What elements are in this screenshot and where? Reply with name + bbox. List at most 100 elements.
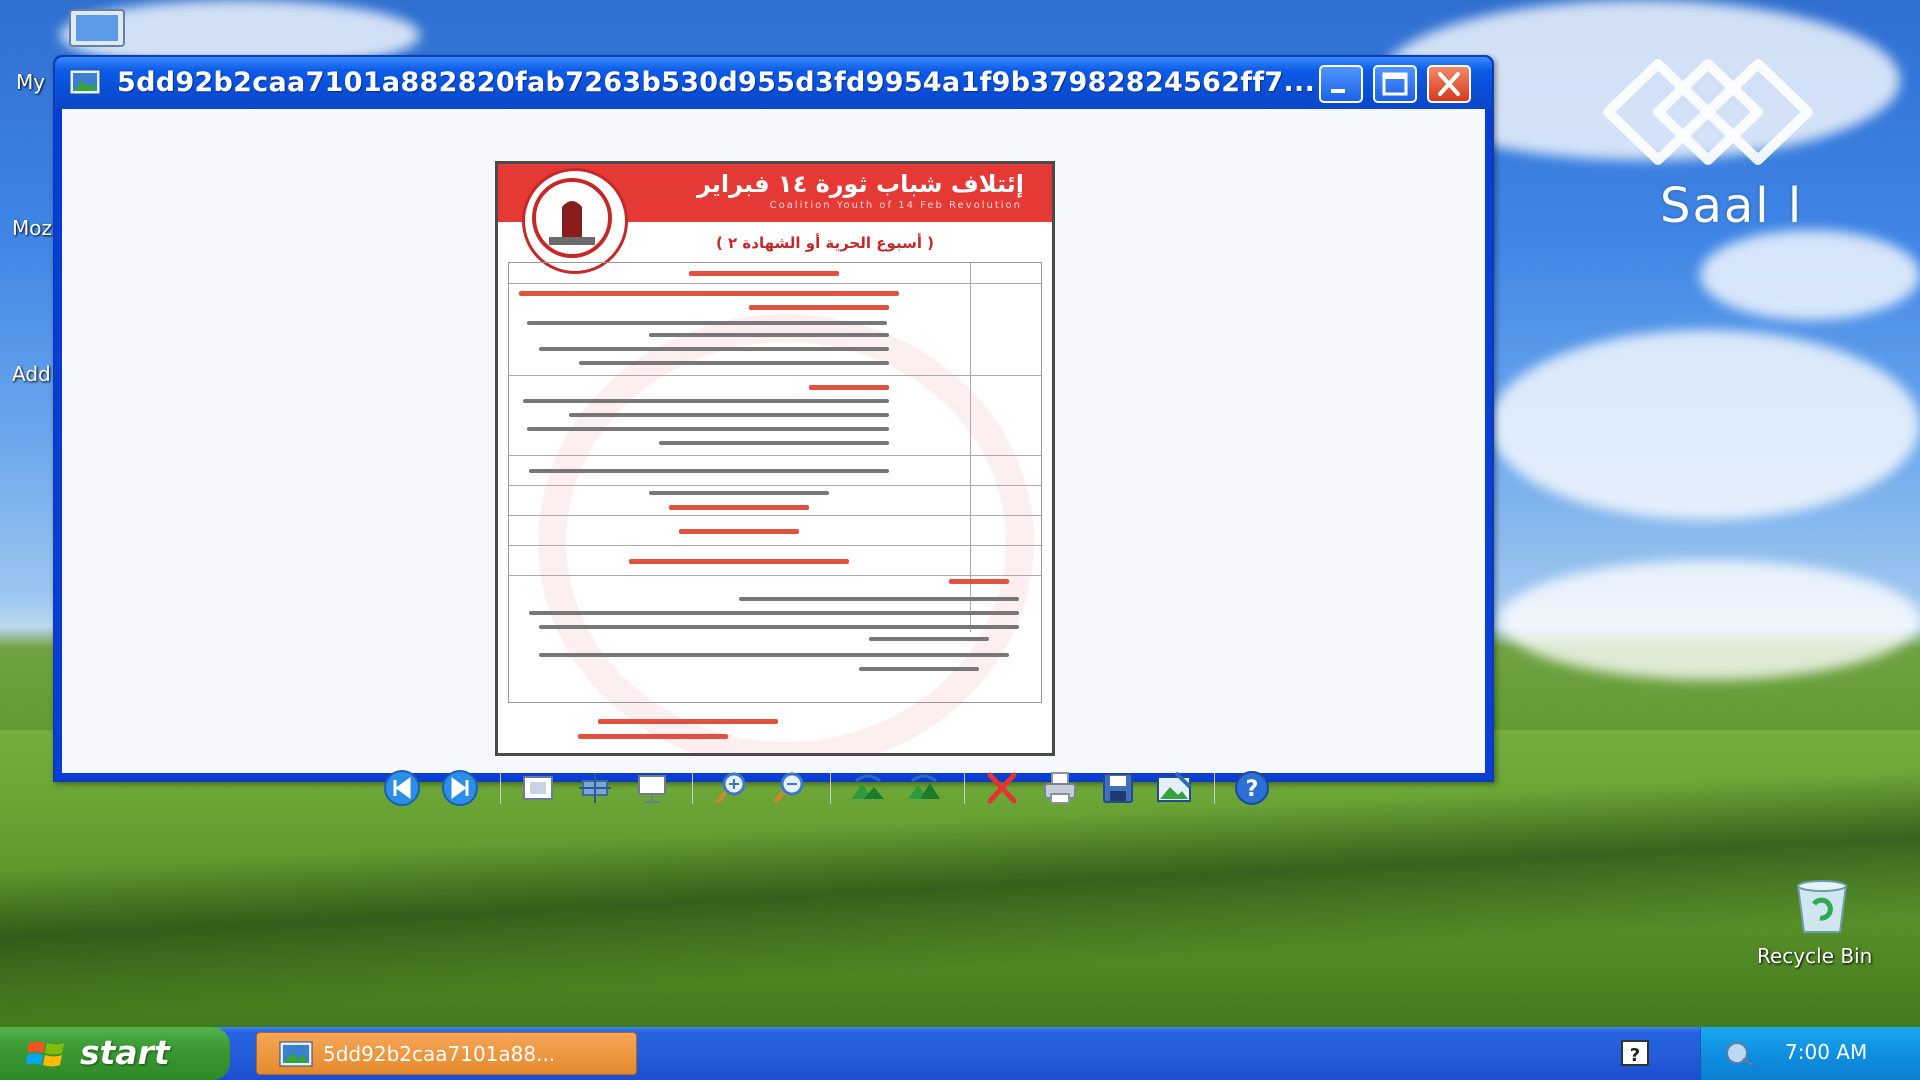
poster-emblem [522, 168, 628, 274]
table-row-line [509, 575, 1041, 576]
cloud [1490, 330, 1920, 520]
text-line [579, 361, 889, 365]
svg-text:?: ? [1246, 777, 1259, 802]
zoom-in-button[interactable] [712, 769, 752, 807]
toolbar-separator [1214, 772, 1215, 804]
text-line [527, 427, 889, 431]
cloud [1700, 230, 1920, 320]
help-tray-icon[interactable]: ? [1620, 1039, 1650, 1073]
text-line [527, 321, 887, 325]
print-icon [1044, 772, 1076, 804]
text-line [523, 399, 889, 403]
desktop-icon-label[interactable]: My [16, 70, 45, 94]
toolbar-separator [692, 772, 693, 804]
text-line [649, 491, 829, 495]
table-divider [970, 263, 971, 632]
poster-footer-line [578, 734, 728, 739]
actual-size-button[interactable] [575, 769, 615, 807]
delete-button[interactable] [982, 769, 1022, 807]
text-line [859, 667, 979, 671]
help-button[interactable]: ? [1232, 769, 1272, 807]
edit-icon [1157, 771, 1192, 802]
start-button[interactable]: start [0, 1027, 230, 1080]
my-computer-icon[interactable] [60, 6, 136, 58]
table-row-line [509, 545, 1041, 546]
next-icon [442, 770, 478, 806]
poster-title: إئتلاف شباب ثورة ١٤ فبراير [696, 170, 1024, 198]
network-icon[interactable] [1723, 1039, 1757, 1071]
desktop-icon-label[interactable]: Add [12, 362, 51, 386]
toolbar-separator [964, 772, 965, 804]
desktop-icon-label[interactable]: Moz [12, 216, 52, 240]
rotate-clockwise-icon [852, 774, 884, 799]
save-icon [1103, 773, 1133, 803]
text-line [539, 625, 1019, 629]
displayed-image: إئتلاف شباب ثورة ١٤ فبراير Coalition You… [495, 161, 1055, 756]
cloud [1500, 560, 1920, 680]
text-line [539, 347, 889, 351]
text-line [519, 291, 899, 296]
zoom-out-icon [773, 772, 804, 804]
print-button[interactable] [1040, 769, 1080, 807]
text-line [539, 653, 1009, 657]
close-button[interactable] [1427, 65, 1471, 103]
text-line [629, 559, 849, 564]
text-line [869, 637, 989, 641]
poster-footer-line [598, 719, 778, 724]
recycle-bin-label[interactable]: Recycle Bin [1757, 944, 1872, 968]
text-line [669, 505, 809, 510]
poster-subtitle: Coalition Youth of 14 Feb Revolution [769, 200, 1022, 211]
text-line [529, 469, 889, 473]
text-line [809, 385, 889, 390]
next-image-button[interactable] [440, 769, 480, 807]
zoom-out-button[interactable] [770, 769, 810, 807]
table-row-line [509, 455, 1041, 456]
minimize-button[interactable] [1319, 65, 1363, 103]
start-label: start [80, 1033, 170, 1072]
table-row-line [509, 485, 1041, 486]
svg-text:?: ? [1630, 1045, 1640, 1066]
best-fit-icon [523, 776, 553, 800]
table-row-line [509, 375, 1041, 376]
open-for-editing-button[interactable] [1154, 769, 1194, 807]
slideshow-button[interactable] [632, 769, 672, 807]
table-row-line [509, 515, 1041, 516]
text-line [679, 529, 799, 534]
window-title: 5dd92b2caa7101a882820fab7263b530d955d3fd… [117, 67, 1316, 98]
text-line [569, 413, 889, 417]
text-line [949, 579, 1009, 584]
title-bar[interactable]: 5dd92b2caa7101a882820fab7263b530d955d3fd… [55, 57, 1492, 109]
actual-size-icon [579, 773, 611, 803]
previous-icon [384, 770, 420, 806]
text-line [649, 333, 889, 337]
taskbar-window-button[interactable]: 5dd92b2caa7101a88... [256, 1032, 637, 1075]
maximize-button[interactable] [1373, 65, 1417, 103]
best-fit-button[interactable] [518, 769, 558, 807]
picture-viewer-icon [279, 1041, 313, 1071]
rotate-counterclockwise-icon [908, 774, 940, 799]
text-line [529, 611, 1019, 615]
recycle-bin-icon[interactable] [1786, 876, 1858, 940]
taskbar-window-label: 5dd92b2caa7101a88... [323, 1042, 556, 1066]
viewer-toolbar: ? [382, 769, 1282, 807]
rotate-clockwise-button[interactable] [848, 769, 888, 807]
saal-logo [1598, 52, 1828, 172]
clock[interactable]: 7:00 AM [1785, 1040, 1867, 1064]
delete-icon [987, 772, 1017, 804]
toolbar-separator [830, 772, 831, 804]
schedule-table [508, 262, 1042, 703]
rotate-counterclockwise-button[interactable] [904, 769, 944, 807]
taskbar: start 5dd92b2caa7101a88... ? 7:00 AM [0, 1027, 1920, 1080]
windows-logo-icon [26, 1038, 68, 1074]
table-row-line [509, 283, 1041, 284]
text-line [689, 271, 839, 276]
picture-viewer-icon [69, 68, 101, 96]
previous-image-button[interactable] [382, 769, 422, 807]
saal-watermark-text: Saal l [1660, 178, 1804, 234]
text-line [749, 305, 889, 310]
text-line [659, 441, 889, 445]
save-button[interactable] [1098, 769, 1138, 807]
system-tray: 7:00 AM [1700, 1027, 1920, 1080]
text-line [739, 597, 1019, 601]
picture-viewer-window: 5dd92b2caa7101a882820fab7263b530d955d3fd… [53, 55, 1494, 806]
